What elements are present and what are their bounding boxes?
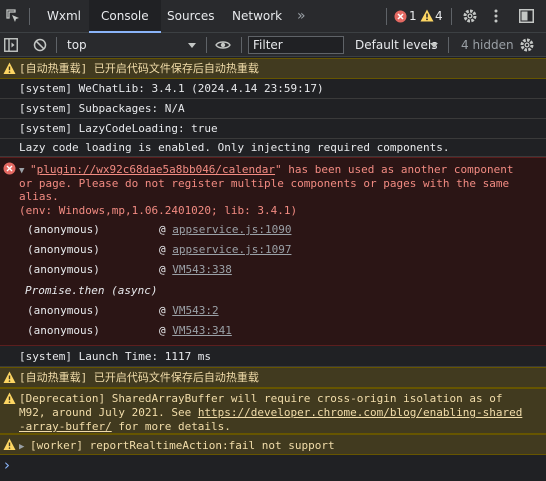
warning-count-icon[interactable]: [420, 9, 434, 22]
stack-frame-location: @ VM543:338: [159, 263, 232, 276]
stack-frame-location: @ appservice.js:1097: [159, 243, 292, 256]
console-message-log: [system] WeChatLib: 3.4.1 (2024.4.14 23:…: [0, 79, 546, 99]
console-message-error: ▼ "plugin://wx92c68dae5a8bb046/calendar" …: [0, 157, 546, 346]
hidden-messages-count[interactable]: 4 hidden: [461, 33, 514, 57]
source-link[interactable]: appservice.js:1090: [172, 223, 291, 236]
error-message-line: or page. Please do not register multiple…: [19, 177, 510, 190]
message-text: M92, around July 2021. See https://devel…: [19, 406, 523, 419]
devtools-tabbar: Wxml Console Sources Network » 1 4: [0, 0, 546, 33]
console-message-log: [system] Launch Time: 1117 ms: [0, 346, 546, 367]
settings-gear-icon[interactable]: [462, 8, 478, 24]
warning-icon: [3, 371, 16, 383]
console-message-log: Lazy code loading is enabled. Only injec…: [0, 139, 546, 157]
error-message-line: alias.: [19, 190, 59, 203]
message-text: [system] Subpackages: N/A: [19, 102, 185, 115]
error-count-icon[interactable]: [394, 10, 407, 23]
message-text: [Deprecation] SharedArrayBuffer will req…: [19, 392, 503, 405]
console-message-warning: [自动热重载] 已开启代码文件保存后自动热重载: [0, 367, 546, 388]
tab-console[interactable]: Console: [89, 0, 161, 33]
context-selector[interactable]: top: [67, 33, 87, 57]
tab-sources[interactable]: Sources: [167, 0, 214, 33]
expand-triangle-icon[interactable]: ▶: [19, 441, 30, 454]
inspect-element-icon[interactable]: [6, 9, 20, 23]
stack-frame-fn: (anonymous): [27, 243, 100, 256]
message-text: [自动热重载] 已开启代码文件保存后自动热重载: [19, 371, 259, 384]
dock-side-icon[interactable]: [519, 9, 534, 23]
stack-frame-fn: (anonymous): [27, 304, 100, 317]
console-message-log: [system] Subpackages: N/A: [0, 99, 546, 119]
error-icon: [3, 162, 16, 175]
warning-icon: [3, 62, 16, 74]
console-message-warning: [自动热重载] 已开启代码文件保存后自动热重载: [0, 58, 546, 79]
source-link[interactable]: VM543:338: [172, 263, 232, 276]
message-text: Lazy code loading is enabled. Only injec…: [19, 141, 450, 154]
context-dropdown-icon[interactable]: [188, 43, 196, 48]
log-levels-dropdown[interactable]: Default levels: [355, 33, 437, 57]
stack-frame-fn: (anonymous): [27, 263, 100, 276]
prompt-chevron-icon: ›: [4, 456, 10, 474]
warning-icon: [3, 438, 16, 450]
stack-frame-fn: (anonymous): [27, 223, 100, 236]
tab-network[interactable]: Network: [232, 0, 282, 33]
clear-console-icon[interactable]: [33, 38, 47, 52]
console-prompt[interactable]: ›: [0, 455, 546, 481]
message-text: [system] WeChatLib: 3.4.1 (2024.4.14 23:…: [19, 82, 324, 95]
error-message-line[interactable]: ▼ "plugin://wx92c68dae5a8bb046/calendar" …: [19, 163, 538, 178]
deprecation-link-continued[interactable]: -array-buffer/: [19, 420, 112, 433]
message-text: [system] Launch Time: 1117 ms: [19, 350, 212, 363]
warning-icon: [3, 392, 16, 404]
message-text: ▶ [worker] reportRealtimeAction:fail not …: [19, 439, 335, 454]
warning-count[interactable]: 4: [435, 0, 443, 33]
message-text: [system] LazyCodeLoading: true: [19, 122, 218, 135]
tab-wxml[interactable]: Wxml: [47, 0, 81, 33]
console-message-warning[interactable]: ▶ [worker] reportRealtimeAction:fail not …: [0, 434, 546, 455]
source-link[interactable]: appservice.js:1097: [172, 243, 291, 256]
live-expression-eye-icon[interactable]: [215, 40, 231, 50]
source-link[interactable]: VM543:341: [172, 324, 232, 337]
stack-frame-location: @ appservice.js:1090: [159, 223, 292, 236]
filter-input[interactable]: [248, 36, 344, 54]
stack-frame-fn: (anonymous): [27, 324, 100, 337]
plugin-link[interactable]: plugin://wx92c68dae5a8bb046/calendar: [37, 163, 275, 176]
async-boundary-label: Promise.then (async): [25, 284, 158, 297]
message-text: -array-buffer/ for more details.: [19, 420, 231, 433]
console-toolbar: top Default levels 4 hidden: [0, 33, 546, 57]
more-options-icon[interactable]: [493, 8, 499, 24]
source-link[interactable]: VM543:2: [172, 304, 218, 317]
message-text: [自动热重载] 已开启代码文件保存后自动热重载: [19, 62, 259, 75]
sidebar-toggle-icon[interactable]: [4, 38, 18, 52]
console-message-warning: [Deprecation] SharedArrayBuffer will req…: [0, 388, 546, 434]
levels-dropdown-icon[interactable]: [430, 43, 438, 48]
deprecation-link[interactable]: https://developer.chrome.com/blog/enabli…: [198, 406, 523, 419]
console-settings-gear-icon[interactable]: [519, 37, 535, 53]
error-count[interactable]: 1: [409, 0, 417, 33]
stack-frame-location: @ VM543:2: [159, 304, 219, 317]
console-message-log: [system] LazyCodeLoading: true: [0, 119, 546, 139]
stack-frame-location: @ VM543:341: [159, 324, 232, 337]
error-env-line: (env: Windows,mp,1.06.2401020; lib: 3.4.…: [19, 204, 298, 217]
more-tabs-icon[interactable]: »: [297, 0, 306, 33]
